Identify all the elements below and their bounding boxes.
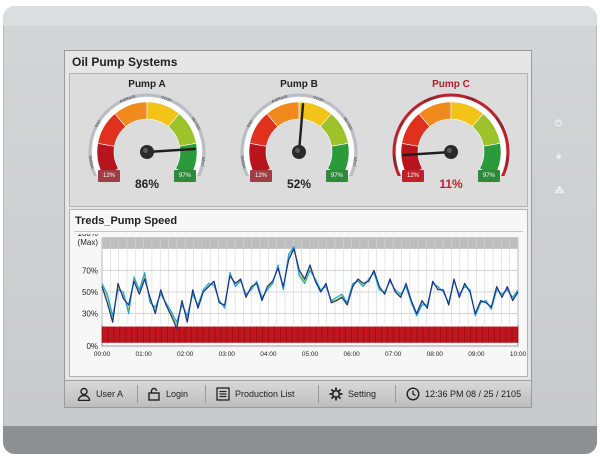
chart-title: Treds_Pump Speed bbox=[75, 215, 178, 227]
x-tick-label: 07:00 bbox=[385, 351, 402, 358]
gauge-title: Pump B bbox=[280, 79, 318, 90]
x-tick-label: 06:00 bbox=[343, 351, 360, 358]
x-tick-label: 00:00 bbox=[94, 351, 111, 358]
gauge-pump-c: Pump C WORSE BAD AVERAGE GOOD BETTER BEST 12%… bbox=[386, 76, 516, 202]
toolbar-separator bbox=[395, 385, 396, 403]
gauge-panel: Pump A WORSE BAD AVERAGE GOOD BETTER BEST 12%… bbox=[69, 73, 528, 207]
x-tick-label: 05:00 bbox=[302, 351, 319, 358]
gauge-dial: WORSEBADAVERAGE GOODBETTERBEST bbox=[88, 93, 206, 176]
login-label: Login bbox=[166, 389, 189, 399]
clock-icon bbox=[406, 387, 420, 401]
network-icon[interactable]: ⁂ bbox=[555, 185, 564, 196]
bottom-toolbar: User A Login Production List Setting 12:… bbox=[65, 380, 531, 407]
gauge-value: 52% bbox=[286, 177, 312, 191]
user-button[interactable]: User A bbox=[77, 381, 123, 407]
lock-icon bbox=[148, 387, 160, 401]
brightness-icon[interactable]: ✶ bbox=[555, 152, 563, 163]
y-tick-label: 70% bbox=[82, 266, 98, 275]
datetime-label: 12:36 PM 08 / 25 / 2105 bbox=[425, 389, 522, 399]
setting-button[interactable]: Setting bbox=[329, 381, 376, 407]
gauge-value: 11% bbox=[439, 177, 463, 191]
gauge-hub-highlight bbox=[447, 148, 452, 153]
x-tick-label: 02:00 bbox=[177, 351, 194, 358]
gauge-value: 86% bbox=[134, 177, 160, 191]
x-tick-label: 04:00 bbox=[260, 351, 277, 358]
y-tick-label: 30% bbox=[82, 310, 98, 319]
y-tick-label: 0% bbox=[86, 342, 98, 351]
datetime-display: 12:36 PM 08 / 25 / 2105 bbox=[406, 381, 521, 407]
x-tick-label: 01:00 bbox=[135, 351, 152, 358]
gauge-title: Pump C bbox=[432, 79, 470, 90]
x-tick-label: 10:00 bbox=[510, 351, 527, 358]
production-list-label: Production List bbox=[235, 389, 295, 399]
page-title: Oil Pump Systems bbox=[72, 55, 178, 69]
login-button[interactable]: Login bbox=[147, 381, 188, 407]
gear-icon bbox=[329, 387, 343, 401]
device-top-bezel bbox=[3, 6, 597, 26]
user-label: User A bbox=[96, 389, 124, 399]
gauge-hub-highlight bbox=[295, 148, 300, 153]
toolbar-separator bbox=[318, 385, 319, 403]
x-tick-label: 08:00 bbox=[427, 351, 444, 358]
gauge-pump-a: Pump A WORSE BAD AVERAGE GOOD BETTER BEST 12%… bbox=[82, 76, 212, 202]
setting-label: Setting bbox=[348, 389, 377, 399]
x-tick-label: 03:00 bbox=[219, 351, 236, 358]
gauge-dial: WORSEBADAVERAGE GOODBETTERBEST bbox=[240, 93, 358, 176]
gauge-pump-b: Pump B WORSE BAD AVERAGE GOOD BETTER BEST 12%… bbox=[234, 76, 364, 202]
gauge-hub-highlight bbox=[143, 148, 148, 153]
trend-chart: 0% 30% 50% 70% 100%(Max) 00:00 01:00 02:00 03:00… bbox=[78, 234, 527, 358]
gauge-dial: WORSEBADAVERAGE GOODBETTERBEST bbox=[392, 93, 510, 176]
gauge-title: Pump A bbox=[128, 79, 166, 90]
chart-divider bbox=[74, 231, 523, 232]
user-icon bbox=[77, 387, 91, 401]
x-tick-label: 09:00 bbox=[468, 351, 485, 358]
trend-chart-panel: Treds_Pump Speed 0% 30% 50% 70% 100%(Max) 00:… bbox=[69, 209, 528, 377]
hmi-screen: Oil Pump Systems Pump A WORSE BAD AVERAGE G… bbox=[64, 50, 532, 408]
device-bottom-bezel bbox=[3, 426, 597, 454]
y-tick-label: 50% bbox=[82, 288, 98, 297]
production-list-button[interactable]: Production List bbox=[216, 381, 295, 407]
toolbar-separator bbox=[205, 385, 206, 403]
y-tick-label: 100%(Max) bbox=[78, 234, 99, 247]
toolbar-separator bbox=[137, 385, 138, 403]
list-icon bbox=[216, 387, 230, 401]
power-icon[interactable]: ⏻ bbox=[555, 118, 562, 129]
